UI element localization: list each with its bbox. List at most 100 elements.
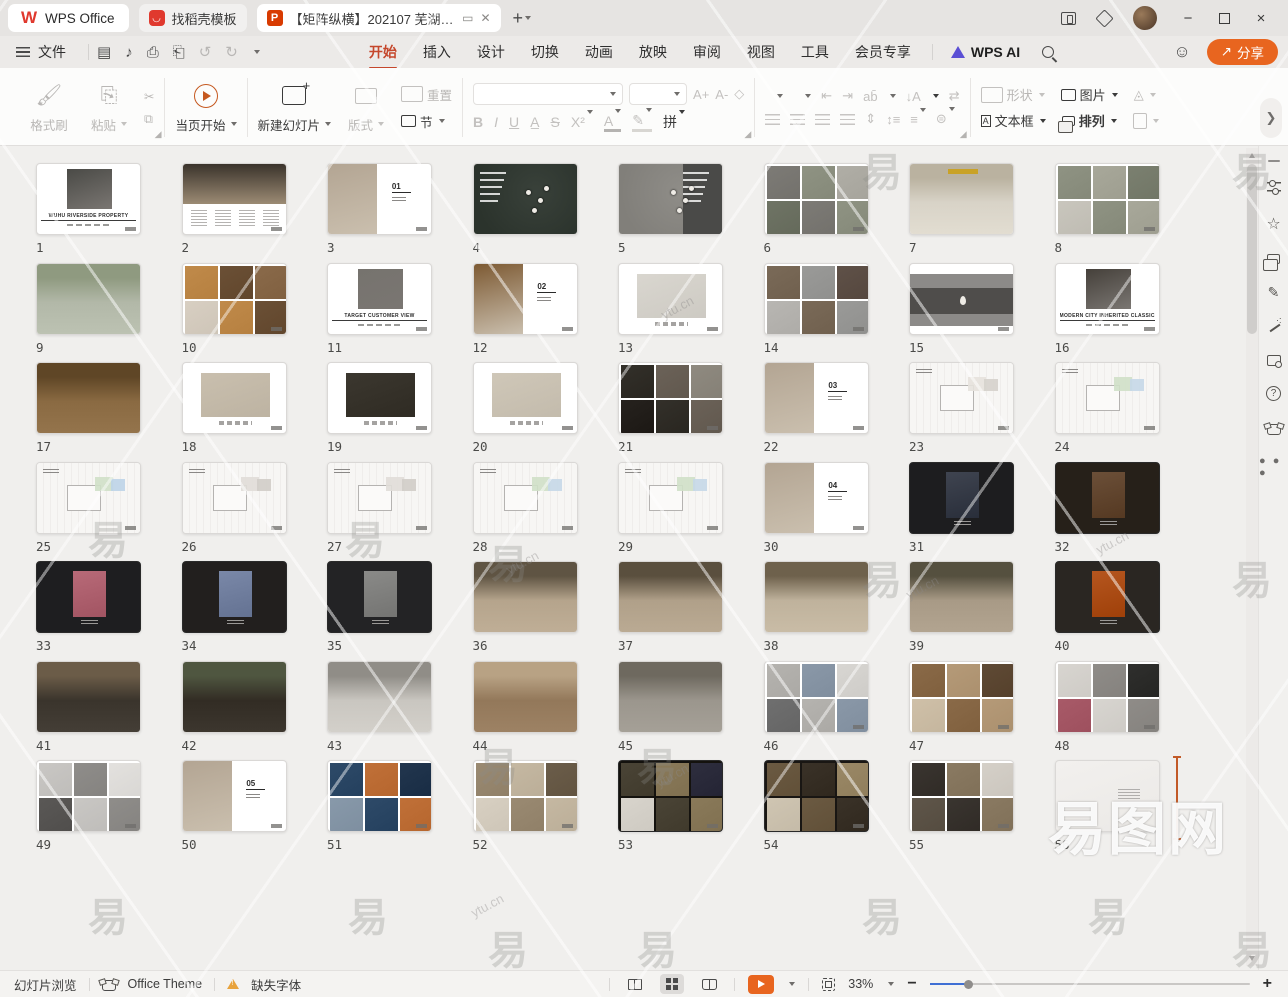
- slide-thumbnail-44[interactable]: [473, 661, 578, 733]
- slide-thumbnail-8[interactable]: [1055, 163, 1160, 235]
- format-painter-button[interactable]: 🖌 格式刷: [24, 82, 74, 134]
- menu-tab-视图[interactable]: 视图: [734, 37, 788, 67]
- font-family-select[interactable]: [473, 83, 623, 105]
- save-icon[interactable]: ▤: [97, 43, 111, 61]
- slide-thumbnail-10[interactable]: [182, 263, 287, 335]
- align-objects-button[interactable]: ⊜: [936, 111, 955, 127]
- arrange-button[interactable]: 排列: [1062, 111, 1117, 130]
- slide-thumbnail-52[interactable]: [473, 760, 578, 832]
- minimize-button[interactable]: −: [1179, 10, 1197, 27]
- clipboard-launcher-icon[interactable]: ◢: [155, 129, 162, 140]
- increase-font-button[interactable]: A+: [693, 87, 709, 102]
- reset-button[interactable]: 重置: [401, 85, 452, 104]
- normal-view-button[interactable]: [623, 974, 647, 994]
- scroll-down-icon[interactable]: [1249, 956, 1255, 961]
- export-icon[interactable]: ♪: [125, 44, 133, 61]
- zoom-in-button[interactable]: +: [1263, 975, 1272, 993]
- wps-ai-button[interactable]: WPS AI: [951, 44, 1020, 60]
- slide-thumbnail-32[interactable]: [1055, 462, 1160, 534]
- picture-button[interactable]: 图片: [1061, 85, 1118, 104]
- fill-color-button[interactable]: ◬: [1134, 87, 1156, 103]
- slide-thumbnail-43[interactable]: [327, 661, 432, 733]
- char-spacing-button[interactable]: A̲: [530, 114, 539, 130]
- fit-to-window-icon[interactable]: [822, 978, 835, 991]
- slide-thumbnail-54[interactable]: [764, 760, 869, 832]
- slide-thumbnail-53[interactable]: [618, 760, 723, 832]
- slide-thumbnail-20[interactable]: [473, 362, 578, 434]
- slide-thumbnail-14[interactable]: [764, 263, 869, 335]
- highlight-color-button[interactable]: ✎: [632, 112, 652, 132]
- slide-thumbnail-42[interactable]: [182, 661, 287, 733]
- align-right-button[interactable]: [815, 114, 830, 125]
- quickbar-chevron-icon[interactable]: [254, 50, 260, 54]
- font-color-button[interactable]: A: [604, 113, 621, 132]
- slide-thumbnail-13[interactable]: [618, 263, 723, 335]
- slide-thumbnail-50[interactable]: 05: [182, 760, 287, 832]
- vertical-text-button[interactable]: ↓A: [906, 89, 921, 104]
- zoom-chevron-icon[interactable]: [888, 982, 894, 986]
- cut-button[interactable]: ✂: [144, 89, 154, 104]
- text-direction-button[interactable]: ab̄: [863, 89, 877, 104]
- scroll-up-icon[interactable]: [1249, 153, 1255, 158]
- collapse-handle-icon[interactable]: [1268, 160, 1280, 162]
- phonetic-guide-button[interactable]: 拼: [663, 112, 685, 132]
- slide-thumbnail-40[interactable]: [1055, 561, 1160, 633]
- hamburger-icon[interactable]: [16, 47, 30, 57]
- line-spacing-button[interactable]: ≡: [910, 112, 926, 127]
- slide-thumbnail-1[interactable]: WUHU RIVERSIDE PROPERTY: [36, 163, 141, 235]
- paragraph-launcher-icon[interactable]: ◢: [960, 129, 967, 140]
- slide-thumbnail-37[interactable]: [618, 561, 723, 633]
- slide-thumbnail-49[interactable]: [36, 760, 141, 832]
- menu-tab-审阅[interactable]: 审阅: [680, 37, 734, 67]
- slideshow-play-button[interactable]: [748, 975, 774, 994]
- slide-thumbnail-46[interactable]: [764, 661, 869, 733]
- sync-devices-icon[interactable]: [1061, 12, 1076, 25]
- slide-thumbnail-48[interactable]: [1055, 661, 1160, 733]
- slide-thumbnail-22[interactable]: 03: [764, 362, 869, 434]
- slide-thumbnail-21[interactable]: [618, 362, 723, 434]
- home-tab[interactable]: W WPS Office: [8, 4, 129, 32]
- signature-icon[interactable]: ✎: [1268, 284, 1280, 301]
- slide-thumbnail-41[interactable]: [36, 661, 141, 733]
- slide-sorter-view-button[interactable]: [660, 974, 684, 994]
- slide-thumbnail-36[interactable]: [473, 561, 578, 633]
- increase-indent-button[interactable]: ⇥: [842, 88, 853, 104]
- slide-thumbnail-19[interactable]: [327, 362, 432, 434]
- paste-button[interactable]: ⎘ 粘贴: [84, 82, 134, 134]
- slide-thumbnail-25[interactable]: [36, 462, 141, 534]
- ribbon-expand-button[interactable]: ❯: [1260, 98, 1282, 138]
- search-icon[interactable]: [1042, 46, 1054, 58]
- theme-label[interactable]: Office Theme: [128, 977, 203, 991]
- slide-thumbnail-2[interactable]: [182, 163, 287, 235]
- feedback-icon[interactable]: ☺: [1173, 42, 1190, 62]
- slide-thumbnail-33[interactable]: [36, 561, 141, 633]
- switch-shapes-icon[interactable]: [1267, 254, 1280, 264]
- slide-thumbnail-30[interactable]: 04: [764, 462, 869, 534]
- menu-tab-插入[interactable]: 插入: [410, 37, 464, 67]
- slide-thumbnail-15[interactable]: [909, 263, 1014, 335]
- file-menu[interactable]: 文件: [38, 42, 66, 62]
- slide-thumbnail-47[interactable]: [909, 661, 1014, 733]
- reading-view-button[interactable]: [697, 974, 721, 994]
- user-avatar[interactable]: [1133, 6, 1157, 30]
- undo-icon[interactable]: ↺: [199, 43, 212, 61]
- slide-thumbnail-24[interactable]: [1055, 362, 1160, 434]
- menu-tab-动画[interactable]: 动画: [572, 37, 626, 67]
- menu-tab-放映[interactable]: 放映: [626, 37, 680, 67]
- clear-format-icon[interactable]: ◇: [734, 86, 744, 102]
- app-store-icon[interactable]: [1095, 9, 1113, 27]
- zoom-level[interactable]: 33%: [848, 977, 873, 991]
- outline-button[interactable]: [1133, 113, 1159, 129]
- slide-thumbnail-3[interactable]: 01: [327, 163, 432, 235]
- skin-theme-icon[interactable]: [1267, 424, 1281, 435]
- justify-button[interactable]: [840, 114, 855, 125]
- zoom-out-button[interactable]: −: [907, 975, 916, 993]
- font-launcher-icon[interactable]: ◢: [744, 129, 751, 140]
- strikethrough-button[interactable]: S: [551, 114, 560, 130]
- section-button[interactable]: 节: [401, 112, 452, 131]
- slide-thumbnail-35[interactable]: [327, 561, 432, 633]
- slide-thumbnail-51[interactable]: [327, 760, 432, 832]
- align-center-button[interactable]: [790, 114, 805, 125]
- menu-tab-会员专享[interactable]: 会员专享: [842, 37, 924, 67]
- magic-wand-icon[interactable]: [1267, 321, 1281, 335]
